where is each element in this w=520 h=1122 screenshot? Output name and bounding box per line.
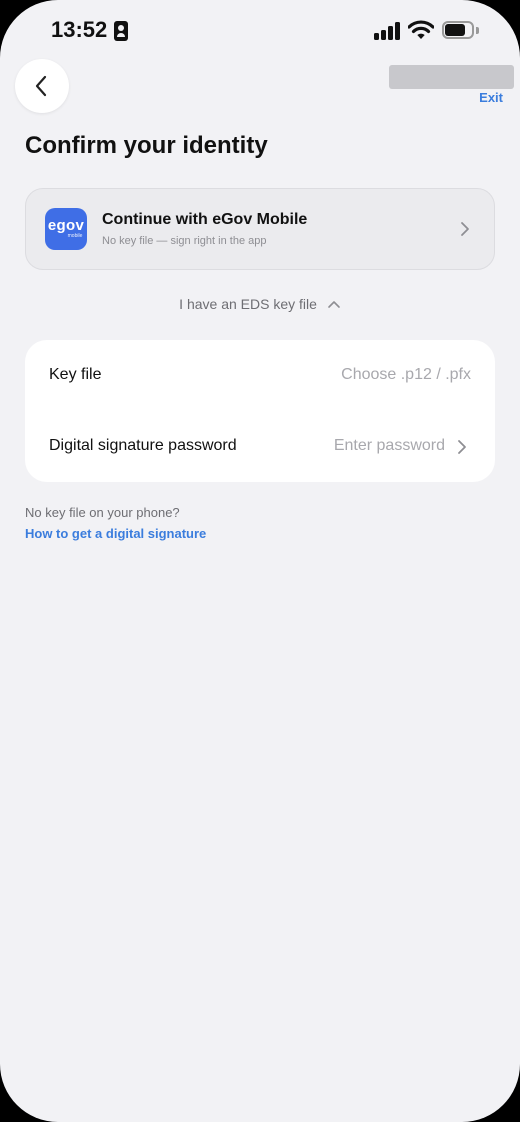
eds-key-file-toggle[interactable]: I have an EDS key file <box>0 296 520 312</box>
wifi-icon <box>407 20 435 40</box>
password-row[interactable]: Digital signature password Enter passwor… <box>25 411 495 482</box>
egov-logo-subtext: mobile <box>67 233 83 239</box>
id-card-icon <box>114 21 128 41</box>
chevron-up-icon <box>328 300 340 308</box>
eds-toggle-label: I have an EDS key file <box>179 296 317 312</box>
chevron-right-icon <box>461 222 469 236</box>
redacted-block <box>389 65 514 89</box>
egov-option-title: Continue with eGov Mobile <box>102 211 308 228</box>
egov-mobile-option[interactable]: egov mobile Continue with eGov Mobile No… <box>25 188 495 270</box>
egov-logo: egov mobile <box>45 208 87 250</box>
egov-logo-text: egov <box>47 217 85 234</box>
phone-screen: 13:52 Exit Confirm your identity egov mo… <box>0 0 520 1122</box>
key-file-row[interactable]: Key file Choose .p12 / .pfx <box>25 340 495 411</box>
password-label: Digital signature password <box>49 437 237 454</box>
back-button[interactable] <box>15 59 69 113</box>
get-signature-link[interactable]: How to get a digital signature <box>25 526 206 541</box>
password-input[interactable]: Enter password <box>334 437 445 455</box>
battery-icon <box>442 21 480 41</box>
cellular-signal-icon <box>374 22 400 40</box>
key-file-label: Key file <box>49 366 102 383</box>
no-key-file-hint: No key file on your phone? <box>25 505 180 520</box>
eds-form-card: Key file Choose .p12 / .pfx Digital sign… <box>25 340 495 482</box>
key-file-picker[interactable]: Choose .p12 / .pfx <box>341 366 471 384</box>
egov-option-subtitle: No key file — sign right in the app <box>102 235 267 247</box>
status-time: 13:52 <box>51 17 108 42</box>
chevron-left-icon <box>35 75 47 97</box>
status-bar: 13:52 <box>0 0 520 62</box>
chevron-right-icon <box>458 440 466 454</box>
page-title: Confirm your identity <box>25 132 268 159</box>
exit-link[interactable]: Exit <box>479 90 503 105</box>
